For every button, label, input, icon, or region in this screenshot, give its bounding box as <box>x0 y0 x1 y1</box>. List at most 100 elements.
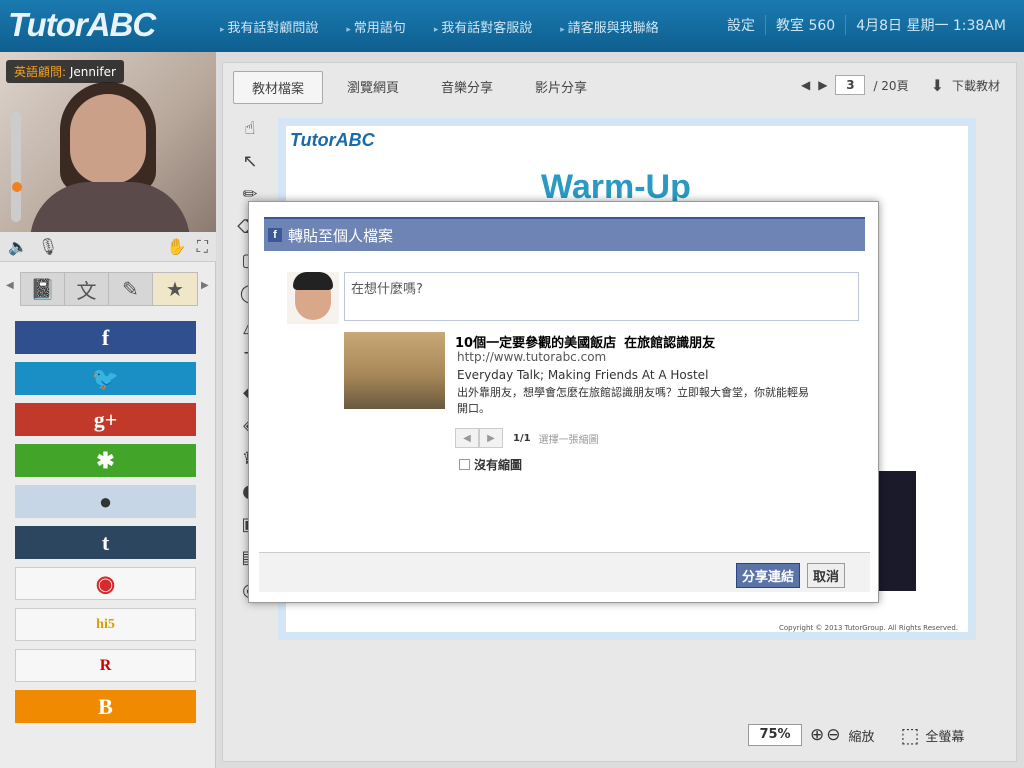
share-dialog: f 轉貼至個人檔案 在想什麼嗎? 10個一定要參觀的美國飯店 在旅館認識朋友 h… <box>248 201 879 603</box>
page-total: / 20頁 <box>873 78 909 93</box>
link-title[interactable]: 10個一定要參觀的美國飯店 在旅館認識朋友 <box>455 332 715 351</box>
avatar <box>287 272 339 324</box>
tutor-name-tag: 英語顧問: Jennifer <box>6 60 124 83</box>
share-link-button[interactable]: 分享連結 <box>735 563 800 588</box>
zoom-bar: 75% ⊕ ⊖ 縮放 ⬚ 全螢幕 <box>748 723 964 747</box>
prev-page-icon[interactable]: ◀ <box>801 78 810 92</box>
media-controls: 🔈 🎙 ✋ ⛶ <box>0 232 216 262</box>
slide-logo: TutorABC <box>290 130 375 150</box>
plurk-share-button[interactable]: ✱ <box>15 444 196 477</box>
link-title-secondary[interactable]: 在旅館認識朋友 <box>624 332 715 351</box>
zoom-label: 縮放 <box>848 729 875 745</box>
download-icon[interactable]: ⬇ <box>931 76 944 95</box>
nav-talk-to-support[interactable]: 我有話對客服說 <box>434 17 532 36</box>
datetime: 4月8日 星期一 1:38AM <box>845 15 1016 35</box>
google-plus-share-button[interactable]: g+ <box>15 403 196 436</box>
hi5-share-button[interactable]: hi5 <box>15 608 196 641</box>
tumblr-share-button[interactable]: t <box>15 526 196 559</box>
next-page-icon[interactable]: ▶ <box>818 78 827 92</box>
status-input[interactable]: 在想什麼嗎? <box>344 272 859 321</box>
tutor-label: 英語顧問: <box>14 65 67 79</box>
nav-contact-support[interactable]: 請客服與我聯絡 <box>560 17 659 36</box>
hi5-icon: hi5 <box>96 616 115 632</box>
dialog-header: f 轉貼至個人檔案 <box>264 217 865 251</box>
microphone-icon[interactable]: 🎙 <box>38 237 58 256</box>
cancel-button[interactable]: 取消 <box>806 563 845 588</box>
plurk-icon: ✱ <box>96 447 115 473</box>
weibo-share-button[interactable]: ◉ <box>15 567 196 600</box>
no-thumbnail-option[interactable]: 沒有縮圖 <box>459 456 522 473</box>
dialog-title: 轉貼至個人檔案 <box>288 226 394 245</box>
tools-next-icon[interactable]: ▶ <box>201 280 209 291</box>
facebook-share-button[interactable]: f <box>15 321 196 354</box>
tumblr-icon: t <box>101 529 110 555</box>
left-panel: 英語顧問: Jennifer 🔈 🎙 ✋ ⛶ ◀ 📓 文 ✎ ★ ▶ f 🐦 g… <box>0 52 216 768</box>
tool-tabs: 📓 文 ✎ ★ <box>20 272 198 306</box>
fullscreen-button[interactable]: ⬚ 全螢幕 <box>901 723 965 747</box>
no-thumbnail-checkbox[interactable] <box>459 459 470 470</box>
top-bar: TutorABC 我有話對顧問說 常用語句 我有話對客服說 請客服與我聯絡 設定… <box>0 0 1024 52</box>
slide-copyright: Copyright © 2013 TutorGroup. All Rights … <box>778 624 958 632</box>
fullscreen-video-icon[interactable]: ⛶ <box>197 237 208 257</box>
thumb-prev-icon[interactable]: ◀ <box>455 428 479 448</box>
link-subtitle[interactable]: Everyday Talk; Making Friends At A Hoste… <box>457 368 708 382</box>
blogger-share-button[interactable]: B <box>15 690 196 723</box>
fullscreen-label: 全螢幕 <box>925 729 965 745</box>
download-materials-link[interactable]: 下載教材 <box>952 77 1000 94</box>
volume-knob[interactable] <box>12 182 22 192</box>
top-nav: 我有話對顧問說 常用語句 我有話對客服說 請客服與我聯絡 <box>220 17 659 36</box>
tutor-video: 英語顧問: Jennifer <box>0 52 216 242</box>
no-thumbnail-label: 沒有縮圖 <box>474 458 523 472</box>
classroom-number: 教室 560 <box>765 15 845 35</box>
thumb-label: 選擇一張縮圖 <box>538 434 599 446</box>
slide-city-image <box>876 471 916 591</box>
link-thumbnail <box>344 332 445 409</box>
nav-talk-to-consultant[interactable]: 我有話對顧問說 <box>220 17 318 36</box>
tab-browse-web[interactable]: 瀏覽網頁 <box>329 71 417 104</box>
arrow-cursor-icon[interactable]: ↖ <box>242 151 257 172</box>
tab-materials[interactable]: 教材檔案 <box>233 71 324 104</box>
facebook-icon: f <box>101 324 110 350</box>
zoom-level[interactable]: 75% <box>748 724 802 746</box>
tools-prev-icon[interactable]: ◀ <box>6 280 14 291</box>
facebook-icon: f <box>268 228 282 242</box>
twitter-icon: 🐦 <box>91 365 120 391</box>
volume-slider[interactable] <box>11 112 21 222</box>
thumbnail-navigator: ◀ ▶ 1/1 選擇一張縮圖 <box>455 428 599 448</box>
fullscreen-icon: ⬚ <box>900 723 920 747</box>
thumb-count: 1/1 <box>513 432 531 444</box>
link-title-main[interactable]: 10個一定要參觀的美國飯店 <box>455 332 616 351</box>
notebook-icon[interactable]: 📓 <box>21 273 65 305</box>
share-buttons: f 🐦 g+ ✱ ● t ◉ hi5 R B <box>15 321 196 731</box>
link-url: http://www.tutorabc.com <box>457 350 607 364</box>
google-plus-icon: g+ <box>93 406 118 432</box>
tutor-name: Jennifer <box>69 65 116 79</box>
translate-icon[interactable]: 文 <box>65 273 109 305</box>
top-right-info: 設定 教室 560 4月8日 星期一 1:38AM <box>717 15 1016 35</box>
page-input[interactable]: 3 <box>835 75 866 95</box>
dialog-footer: 分享連結 取消 <box>259 552 870 592</box>
tab-music-share[interactable]: 音樂分享 <box>423 71 511 104</box>
share-star-icon[interactable]: ★ <box>153 273 197 305</box>
page-navigator: ◀ ▶ 3 / 20頁 ⬇ 下載教材 <box>801 75 1000 95</box>
weibo-icon: ◉ <box>95 570 116 596</box>
twitter-share-button[interactable]: 🐦 <box>15 362 196 395</box>
zoom-out-icon[interactable]: ⊖ <box>826 725 840 745</box>
settings-link[interactable]: 設定 <box>717 15 765 35</box>
tab-video-share[interactable]: 影片分享 <box>517 71 605 104</box>
app-logo: TutorABC <box>8 6 156 43</box>
pointer-hand-icon[interactable]: ☝ <box>245 118 256 139</box>
blogger-icon: B <box>98 693 113 719</box>
zoom-in-icon[interactable]: ⊕ <box>810 725 824 745</box>
raise-hand-icon[interactable]: ✋ <box>167 237 187 256</box>
content-tabs: 教材檔案 瀏覽網頁 音樂分享 影片分享 <box>233 71 605 104</box>
thumb-next-icon[interactable]: ▶ <box>479 428 503 448</box>
reddit-icon: ● <box>98 488 113 514</box>
reddit-share-button[interactable]: ● <box>15 485 196 518</box>
renren-share-button[interactable]: R <box>15 649 196 682</box>
speaker-icon[interactable]: 🔈 <box>8 237 28 256</box>
nav-common-phrases[interactable]: 常用語句 <box>346 17 406 36</box>
renren-icon: R <box>99 656 112 674</box>
edit-icon[interactable]: ✎ <box>109 273 153 305</box>
link-description[interactable]: 出外靠朋友，想學會怎麼在旅館認識朋友嗎？立即報大會堂，你就能輕易開口。 <box>457 385 817 417</box>
